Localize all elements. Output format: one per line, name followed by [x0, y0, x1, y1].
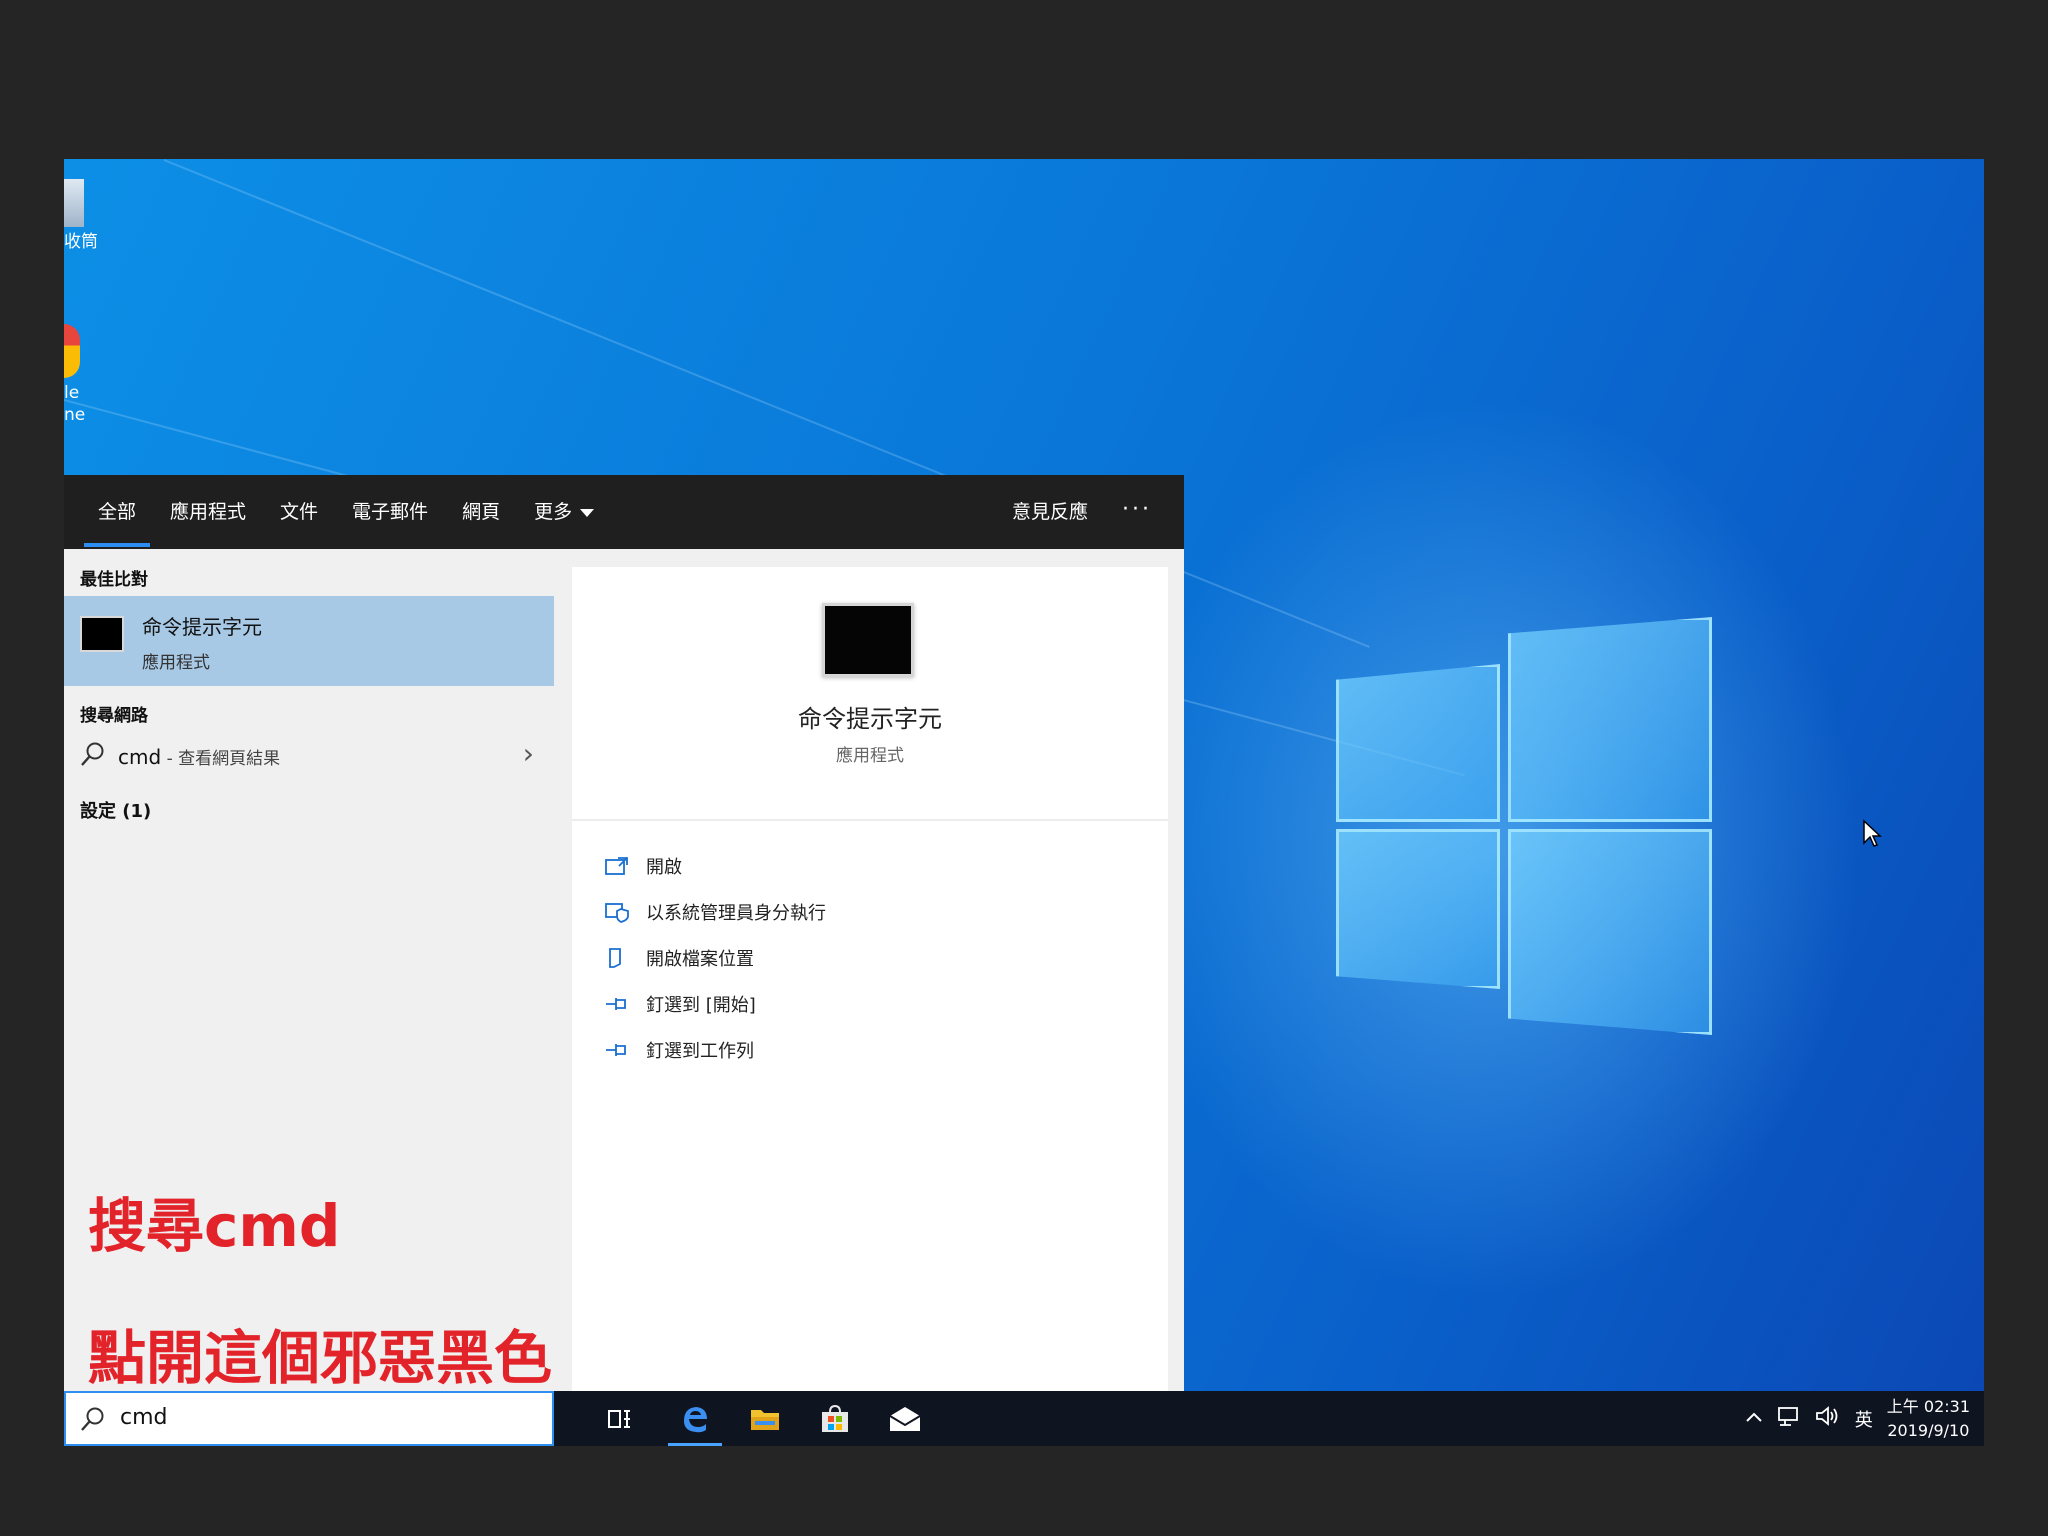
search-tabbar: 全部 應用程式 文件 電子郵件 網頁 更多 意見反應 ··· — [64, 475, 1184, 549]
show-hidden-icons-button[interactable] — [1745, 1408, 1763, 1429]
feedback-button[interactable]: 意見反應 — [1012, 475, 1088, 549]
tab-label: 全部 — [98, 501, 137, 523]
tab-documents[interactable]: 文件 — [280, 475, 318, 549]
open-icon — [605, 857, 628, 875]
action-run-as-admin[interactable]: 以系統管理員身分執行 — [572, 889, 1168, 935]
tab-all[interactable]: 全部 — [83, 475, 151, 549]
task-view-button[interactable] — [584, 1391, 654, 1446]
logo-pane — [1508, 617, 1712, 822]
store-button[interactable] — [800, 1391, 870, 1446]
tab-label: 電子郵件 — [352, 501, 429, 523]
task-view-icon — [608, 1409, 630, 1428]
search-web-heading: 搜尋網路 — [80, 706, 148, 726]
web-result-text: cmd - 查看網頁結果 — [118, 744, 280, 769]
action-pin-to-taskbar[interactable]: 釘選到工作列 — [572, 1027, 1168, 1073]
action-label: 開啟 — [646, 857, 682, 878]
preview-pane: 命令提示字元 應用程式 開啟 以系統管理員身分執行 開啟檔案位置 釘選到 [開始… — [572, 567, 1168, 1391]
desktop-icon-label: 收筒 — [64, 232, 98, 252]
recycle-bin-desktop-icon[interactable]: 收筒 — [64, 179, 124, 253]
web-query: cmd — [118, 745, 162, 769]
action-label: 開啟檔案位置 — [646, 949, 754, 970]
web-hint: - 查看網頁結果 — [161, 749, 281, 769]
network-button[interactable] — [1777, 1405, 1801, 1432]
volume-icon — [1815, 1406, 1838, 1426]
pin-icon — [606, 1044, 626, 1056]
tab-label: 網頁 — [462, 501, 501, 523]
system-tray: 英 上午 02:31 2019/9/10 — [1745, 1391, 1984, 1446]
pin-icon — [606, 998, 626, 1010]
action-pin-to-start[interactable]: 釘選到 [開始] — [572, 981, 1168, 1027]
results-list: 最佳比對 命令提示字元 應用程式 搜尋網路 cmd - 查看網頁結果 › 設定 … — [64, 549, 554, 1446]
more-options-button[interactable]: ··· — [1122, 475, 1152, 545]
network-icon — [1777, 1407, 1798, 1426]
store-icon — [822, 1404, 848, 1432]
settings-heading[interactable]: 設定 (1) — [64, 797, 151, 823]
recycle-bin-icon — [64, 179, 84, 227]
search-icon — [81, 1407, 104, 1431]
preview-header: 命令提示字元 應用程式 — [572, 567, 1168, 821]
mail-icon — [889, 1406, 921, 1431]
action-label: 釘選到 [開始] — [646, 995, 756, 1016]
admin-shield-icon — [605, 903, 629, 923]
command-prompt-icon — [822, 603, 914, 677]
clock[interactable]: 上午 02:31 2019/9/10 — [1887, 1395, 1970, 1443]
tab-label: 更多 — [534, 501, 573, 523]
volume-button[interactable] — [1815, 1405, 1841, 1432]
chevron-right-icon: › — [522, 737, 534, 770]
action-label: 釘選到工作列 — [646, 1041, 754, 1062]
result-type: 應用程式 — [142, 653, 210, 673]
command-prompt-icon — [80, 616, 124, 652]
action-open-file-location[interactable]: 開啟檔案位置 — [572, 935, 1168, 981]
search-icon — [81, 742, 104, 766]
desktop-screen: 收筒 le ne 全部 應用程式 文件 電子郵件 網頁 更多 意見反應 ··· … — [64, 159, 1984, 1446]
preview-subtitle: 應用程式 — [836, 746, 904, 766]
web-result-row[interactable]: cmd - 查看網頁結果 › — [64, 733, 554, 779]
tab-more[interactable]: 更多 — [534, 475, 595, 549]
folder-icon — [751, 1409, 779, 1430]
tab-email[interactable]: 電子郵件 — [352, 475, 428, 549]
annotation-text: 搜尋cmd — [88, 1192, 341, 1260]
file-location-icon — [609, 948, 621, 968]
desktop-icon-label: le ne — [64, 383, 86, 425]
best-match-result[interactable]: 命令提示字元 應用程式 — [64, 596, 554, 686]
logo-pane — [1336, 664, 1500, 822]
input-method-indicator[interactable]: 英 — [1855, 1406, 1873, 1432]
clock-time: 上午 02:31 — [1886, 1396, 1970, 1416]
chrome-desktop-icon[interactable]: le ne — [64, 324, 124, 426]
tab-label: 應用程式 — [170, 501, 247, 523]
result-name: 命令提示字元 — [142, 615, 262, 639]
chevron-up-icon — [1746, 1412, 1762, 1422]
taskbar-search-box[interactable] — [64, 1391, 554, 1446]
edge-taskbar-button[interactable] — [660, 1391, 730, 1446]
chrome-icon — [64, 324, 80, 378]
action-open[interactable]: 開啟 — [572, 843, 1168, 889]
logo-pane — [1336, 829, 1500, 989]
edge-icon — [684, 1406, 707, 1432]
tab-label: 文件 — [280, 501, 319, 523]
search-panel: 全部 應用程式 文件 電子郵件 網頁 更多 意見反應 ··· 最佳比對 命令提示… — [64, 475, 1184, 1446]
tab-apps[interactable]: 應用程式 — [170, 475, 246, 549]
tab-web[interactable]: 網頁 — [462, 475, 500, 549]
mouse-cursor-icon — [1863, 819, 1882, 847]
mail-button[interactable] — [870, 1391, 940, 1446]
logo-pane — [1508, 829, 1712, 1035]
clock-date: 2019/9/10 — [1887, 1420, 1970, 1440]
search-input[interactable] — [120, 1405, 520, 1430]
caret-down-icon — [580, 508, 595, 517]
action-label: 以系統管理員身分執行 — [646, 903, 826, 924]
action-list: 開啟 以系統管理員身分執行 開啟檔案位置 釘選到 [開始] 釘選到工作列 — [572, 843, 1168, 1073]
file-explorer-button[interactable] — [730, 1391, 800, 1446]
taskbar: 英 上午 02:31 2019/9/10 — [64, 1391, 1984, 1446]
preview-title: 命令提示字元 — [798, 705, 942, 733]
best-match-heading: 最佳比對 — [80, 570, 148, 590]
windows-logo-wallpaper — [1274, 609, 1712, 1035]
